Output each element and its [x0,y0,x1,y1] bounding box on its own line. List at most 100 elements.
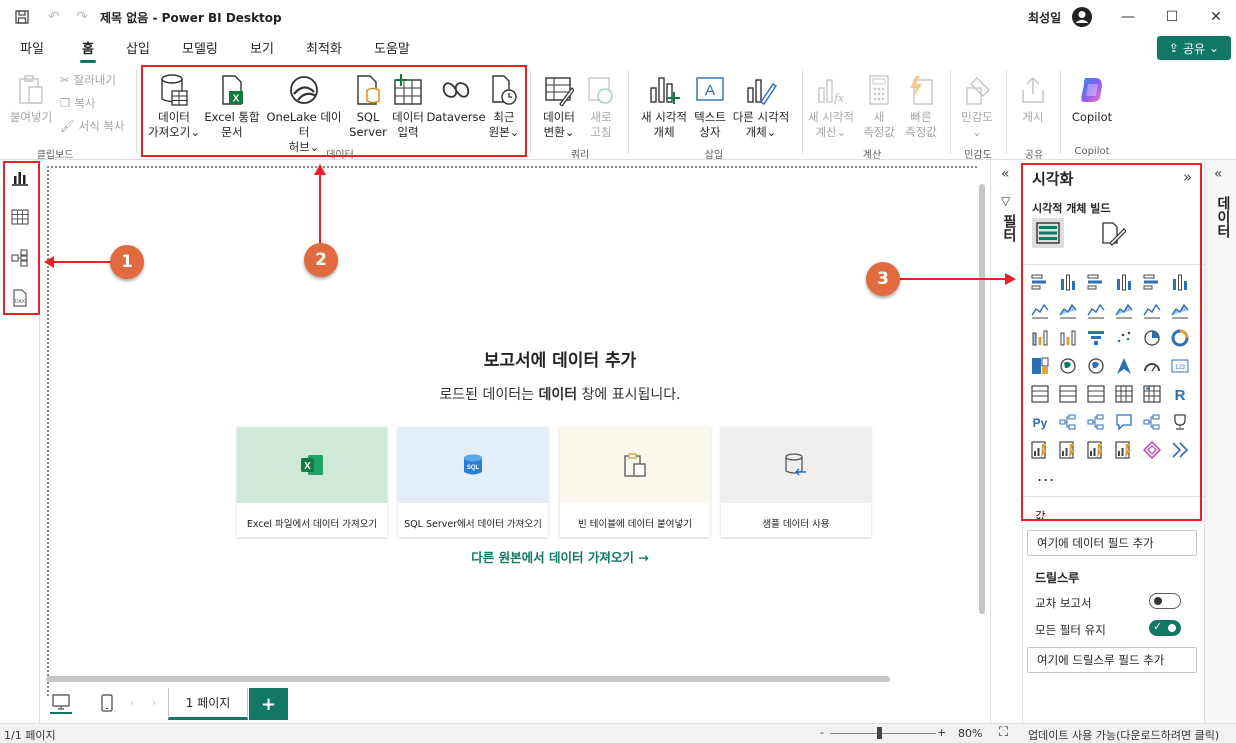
keep-filters-toggle[interactable]: ✓ [1149,620,1181,636]
paginated-report-icon[interactable] [1028,438,1052,462]
horizontal-scrollbar[interactable] [46,676,890,682]
decomposition-tree-icon[interactable] [1084,410,1108,434]
recent-sources-button[interactable]: 최근 원본⌄ [484,72,524,140]
stacked-area-chart-icon[interactable] [1084,298,1108,322]
tab-optimize[interactable]: 최적화 [306,38,342,57]
sql-server-import-card[interactable]: SQL SQL Server에서 데이터 가져오기 [398,427,548,537]
sample-data-card[interactable]: 샘플 데이터 사용 [721,427,871,537]
100-stacked-column-chart-icon[interactable] [1168,270,1192,294]
redo-icon[interactable]: ↷ [72,7,92,27]
expand-filters-icon[interactable]: « [1001,166,1010,182]
slicer-icon[interactable] [1084,382,1108,406]
undo-icon[interactable]: ↶ [44,7,64,27]
r-visual-icon[interactable]: R [1168,382,1192,406]
treemap-icon[interactable] [1028,354,1052,378]
sensitivity-button[interactable]: 민감도 ⌄ [956,72,998,140]
smart-narrative-icon[interactable] [1140,410,1164,434]
drillthrough-drop-well[interactable]: 여기에 드릴스루 필드 추가 [1027,647,1197,673]
azure-map-icon[interactable] [1112,354,1136,378]
card-icon[interactable]: 123 [1168,354,1192,378]
ribbon-chart-icon[interactable] [1028,326,1052,350]
line-and-stacked-column-chart-icon[interactable] [1140,298,1164,322]
get-data-button[interactable]: 데이터 가져오기⌄ [144,72,204,140]
power-apps-icon[interactable] [1056,438,1080,462]
enter-data-button[interactable]: 데이터 입력 [388,72,428,140]
tab-insert[interactable]: 삽입 [126,38,150,57]
report-view-icon[interactable] [8,166,32,190]
fit-to-page-icon[interactable]: ⛶ [999,725,1008,740]
maximize-button[interactable]: ☐ [1152,4,1192,30]
desktop-layout-icon[interactable] [50,692,72,714]
excel-workbook-button[interactable]: X Excel 통합 문서 [204,72,260,140]
excel-import-card[interactable]: X Excel 파일에서 데이터 가져오기 [237,427,387,537]
cut-button[interactable]: ✂ 잘라내기 [60,72,116,88]
refresh-button[interactable]: 새로 고침 [582,72,620,140]
save-icon[interactable] [12,7,32,27]
paste-button[interactable]: 붙여넣기 [8,72,54,125]
filled-map-icon[interactable] [1084,354,1108,378]
cross-report-toggle[interactable] [1149,593,1181,609]
mobile-layout-icon[interactable] [96,692,118,714]
scatter-chart-icon[interactable] [1112,326,1136,350]
new-visual-calc-button[interactable]: fx 새 시각적 계산⌄ [806,72,856,140]
stacked-bar-chart-icon[interactable] [1028,270,1052,294]
build-visual-tab[interactable] [1032,218,1064,248]
values-drop-well[interactable]: 여기에 데이터 필드 추가 [1027,530,1197,556]
key-influencers-icon[interactable] [1056,410,1080,434]
100-stacked-bar-chart-icon[interactable] [1140,270,1164,294]
dataverse-button[interactable]: Dataverse [426,72,486,125]
kpi-icon[interactable] [1056,382,1080,406]
dax-query-view-icon[interactable]: DAX [8,286,32,310]
page-tab[interactable]: 1 페이지 [168,688,248,720]
donut-chart-icon[interactable] [1168,326,1192,350]
chevron-left-icon[interactable]: ‹ [130,696,134,709]
clustered-bar-chart-icon[interactable] [1084,270,1108,294]
multi-row-card-icon[interactable] [1028,382,1052,406]
matrix-icon[interactable] [1140,382,1164,406]
expand-data-icon[interactable]: « [1214,166,1223,182]
report-canvas[interactable] [40,160,990,696]
zoom-out-button[interactable]: - [820,726,824,739]
model-view-icon[interactable] [8,246,32,270]
tab-view[interactable]: 보기 [250,38,274,57]
user-name[interactable]: 최성일 [1028,9,1061,26]
close-button[interactable]: ✕ [1196,4,1236,30]
100-stacked-area-chart-icon[interactable] [1112,298,1136,322]
format-painter-button[interactable]: 🖌 서식 복사 [60,118,125,134]
other-sources-link[interactable]: 다른 원본에서 데이터 가져오기 → [420,547,700,566]
onelake-hub-button[interactable]: OneLake 데이터 허브⌄ [262,72,346,155]
tab-home[interactable]: 홈 [80,38,96,63]
python-visual-icon[interactable]: Py [1028,410,1052,434]
pattern-visual-icon[interactable] [1140,438,1164,462]
line-chart-icon[interactable] [1028,298,1052,322]
format-visual-tab[interactable] [1099,220,1127,248]
line-and-clustered-column-chart-icon[interactable] [1168,298,1192,322]
paste-data-card[interactable]: 빈 테이블에 데이터 붙여넣기 [560,427,710,537]
funnel-chart-icon[interactable] [1084,326,1108,350]
share-button[interactable]: ⇪ 공유 ⌄ [1157,36,1231,60]
goals-icon[interactable] [1168,410,1192,434]
quick-measure-button[interactable]: 빠른 측정값 [900,72,942,140]
sql-server-button[interactable]: SQL Server [348,72,388,140]
vertical-scrollbar[interactable] [979,184,985,614]
user-avatar-icon[interactable] [1070,5,1094,29]
stacked-column-chart-icon[interactable] [1056,270,1080,294]
transform-data-button[interactable]: 데이터 변환⌄ [536,72,582,140]
data-pane-label[interactable]: 데이터 [1213,196,1233,238]
add-page-button[interactable]: + [249,688,288,720]
new-measure-button[interactable]: 새 측정값 [858,72,900,140]
map-icon[interactable] [1056,354,1080,378]
zoom-in-button[interactable]: + [937,726,946,739]
copy-button[interactable]: ❐ 복사 [60,95,95,111]
tab-file[interactable]: 파일 [20,38,44,57]
minimize-button[interactable]: — [1108,4,1148,30]
more-arrow-icon[interactable] [1168,438,1192,462]
qa-icon[interactable] [1112,410,1136,434]
area-chart-icon[interactable] [1056,298,1080,322]
publish-button[interactable]: 게시 [1012,72,1054,125]
power-automate-icon[interactable] [1084,438,1108,462]
table-icon[interactable] [1112,382,1136,406]
textbox-button[interactable]: A 텍스트 상자 [690,72,730,140]
new-visual-button[interactable]: 새 시각적 개체 [636,72,692,140]
metrics-icon[interactable] [1112,438,1136,462]
